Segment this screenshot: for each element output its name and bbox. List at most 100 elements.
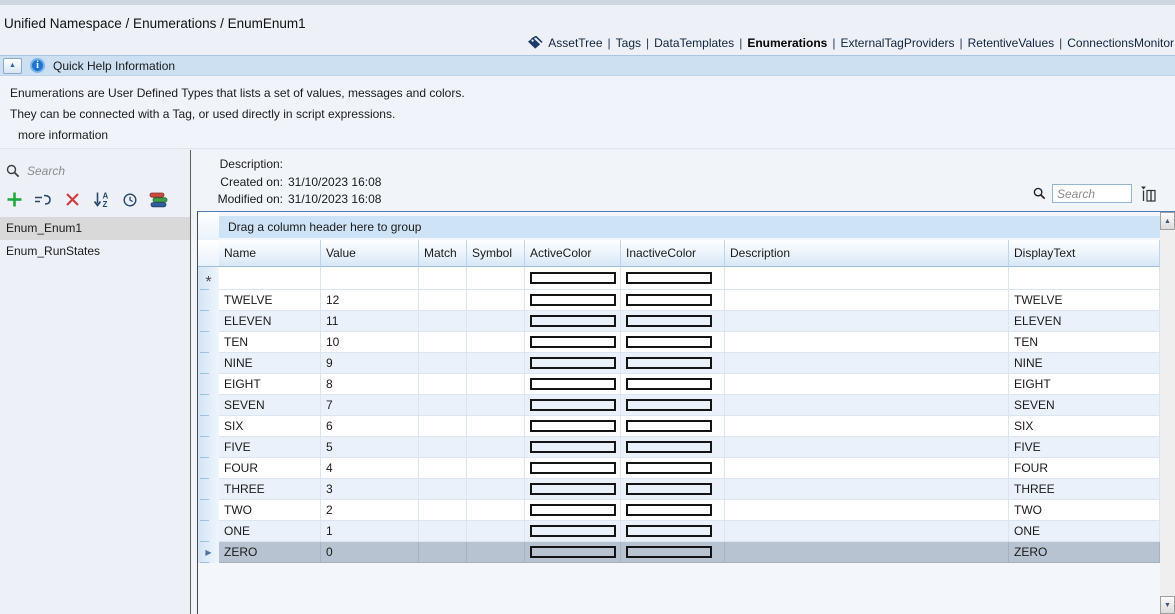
cell-inactivecolor[interactable] — [621, 542, 725, 563]
inactive-color-swatch[interactable] — [626, 315, 712, 327]
delete-button[interactable] — [62, 190, 82, 209]
nav-item-enumerations[interactable]: Enumerations — [747, 36, 827, 50]
cell-name[interactable]: TEN — [219, 332, 321, 353]
cell-display_text[interactable]: TWO — [1009, 500, 1160, 521]
cell-description[interactable] — [725, 542, 1009, 563]
scroll-down-button[interactable]: ▼ — [1160, 596, 1175, 614]
cell-match[interactable] — [419, 458, 467, 479]
inactive-color-swatch[interactable] — [626, 525, 712, 537]
list-item-enum-enum1[interactable]: Enum_Enum1 — [0, 217, 190, 240]
cell-match[interactable] — [419, 437, 467, 458]
cell-activecolor[interactable] — [525, 290, 621, 311]
active-color-swatch[interactable] — [530, 315, 616, 327]
nav-item-connectionsmonitor[interactable]: ConnectionsMonitor — [1067, 36, 1174, 50]
nav-item-externaltagproviders[interactable]: ExternalTagProviders — [840, 36, 954, 50]
active-color-swatch[interactable] — [530, 462, 616, 474]
cell-value[interactable]: 1 — [321, 521, 419, 542]
cell-description[interactable] — [725, 267, 1009, 290]
cell-match[interactable] — [419, 416, 467, 437]
add-button[interactable] — [4, 190, 24, 209]
active-color-swatch[interactable] — [530, 378, 616, 390]
cell-description[interactable] — [725, 437, 1009, 458]
cell-display_text[interactable]: SEVEN — [1009, 395, 1160, 416]
cell-inactivecolor[interactable] — [621, 332, 725, 353]
cell-name[interactable]: NINE — [219, 353, 321, 374]
cell-description[interactable] — [725, 521, 1009, 542]
inactive-color-swatch[interactable] — [626, 420, 712, 432]
collapse-help-button[interactable]: ▲ — [3, 58, 22, 74]
cell-symbol[interactable] — [467, 521, 525, 542]
rename-button[interactable] — [33, 190, 53, 209]
cell-inactivecolor[interactable] — [621, 458, 725, 479]
cell-symbol[interactable] — [467, 290, 525, 311]
table-row[interactable]: ELEVEN11ELEVEN — [198, 311, 1160, 332]
inactive-color-swatch[interactable] — [626, 483, 712, 495]
cell-display_text[interactable]: SIX — [1009, 416, 1160, 437]
cell-value[interactable]: 10 — [321, 332, 419, 353]
group-drop-zone[interactable]: Drag a column header here to group — [219, 216, 1160, 238]
cell-activecolor[interactable] — [525, 332, 621, 353]
column-header-activecolor[interactable]: ActiveColor — [525, 240, 621, 267]
cell-description[interactable] — [725, 332, 1009, 353]
cell-symbol[interactable] — [467, 437, 525, 458]
cell-value[interactable]: 0 — [321, 542, 419, 563]
cell-name[interactable]: TWELVE — [219, 290, 321, 311]
cell-value[interactable]: 12 — [321, 290, 419, 311]
active-color-swatch[interactable] — [530, 272, 616, 284]
nav-item-assettree[interactable]: AssetTree — [548, 36, 602, 50]
cell-value[interactable]: 3 — [321, 479, 419, 500]
inactive-color-swatch[interactable] — [626, 441, 712, 453]
cell-match[interactable] — [419, 479, 467, 500]
cell-symbol[interactable] — [467, 458, 525, 479]
cell-inactivecolor[interactable] — [621, 479, 725, 500]
nav-item-datatemplates[interactable]: DataTemplates — [654, 36, 734, 50]
cell-match[interactable] — [419, 500, 467, 521]
cell-activecolor[interactable] — [525, 353, 621, 374]
table-row[interactable]: TEN10TEN — [198, 332, 1160, 353]
column-header-match[interactable]: Match — [419, 240, 467, 267]
cell-match[interactable] — [419, 267, 467, 290]
inactive-color-swatch[interactable] — [626, 462, 712, 474]
inactive-color-swatch[interactable] — [626, 546, 712, 558]
cell-inactivecolor[interactable] — [621, 311, 725, 332]
cell-description[interactable] — [725, 374, 1009, 395]
active-color-swatch[interactable] — [530, 336, 616, 348]
cell-name[interactable]: FOUR — [219, 458, 321, 479]
cell-match[interactable] — [419, 395, 467, 416]
inactive-color-swatch[interactable] — [626, 504, 712, 516]
active-color-swatch[interactable] — [530, 546, 616, 558]
cell-display_text[interactable]: ZERO — [1009, 542, 1160, 563]
history-button[interactable] — [120, 190, 140, 209]
cell-activecolor[interactable] — [525, 542, 621, 563]
cell-activecolor[interactable] — [525, 458, 621, 479]
cell-name[interactable]: ZERO — [219, 542, 321, 563]
cell-description[interactable] — [725, 395, 1009, 416]
sidebar-search-input[interactable] — [27, 164, 147, 178]
column-header-symbol[interactable]: Symbol — [467, 240, 525, 267]
list-item-enum-runstates[interactable]: Enum_RunStates — [0, 240, 190, 263]
cell-display_text[interactable]: TWELVE — [1009, 290, 1160, 311]
table-row[interactable]: FOUR4FOUR — [198, 458, 1160, 479]
cell-activecolor[interactable] — [525, 267, 621, 290]
cell-match[interactable] — [419, 290, 467, 311]
inactive-color-swatch[interactable] — [626, 336, 712, 348]
cell-name[interactable]: TWO — [219, 500, 321, 521]
cell-display_text[interactable]: TEN — [1009, 332, 1160, 353]
cell-symbol[interactable] — [467, 332, 525, 353]
table-row[interactable]: NINE9NINE — [198, 353, 1160, 374]
cell-symbol[interactable] — [467, 311, 525, 332]
grid-new-row[interactable]: * — [198, 267, 1160, 290]
active-color-swatch[interactable] — [530, 504, 616, 516]
cell-name[interactable]: ONE — [219, 521, 321, 542]
active-color-swatch[interactable] — [530, 483, 616, 495]
inactive-color-swatch[interactable] — [626, 294, 712, 306]
cell-value[interactable]: 7 — [321, 395, 419, 416]
cell-value[interactable]: 2 — [321, 500, 419, 521]
active-color-swatch[interactable] — [530, 420, 616, 432]
column-header-displaytext[interactable]: DisplayText — [1009, 240, 1160, 267]
cell-inactivecolor[interactable] — [621, 374, 725, 395]
cell-activecolor[interactable] — [525, 416, 621, 437]
cell-display_text[interactable]: FOUR — [1009, 458, 1160, 479]
cell-activecolor[interactable] — [525, 395, 621, 416]
cell-symbol[interactable] — [467, 500, 525, 521]
